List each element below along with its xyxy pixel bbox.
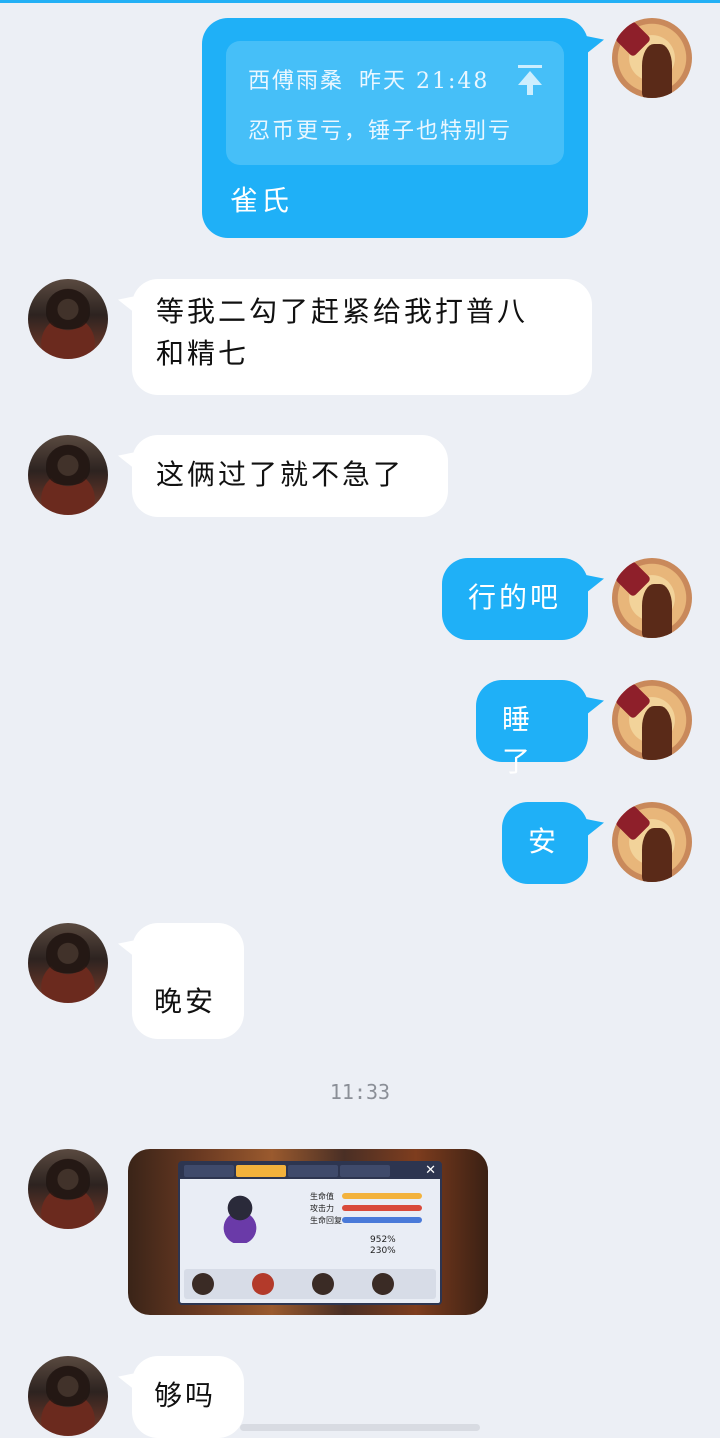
stat-bar bbox=[342, 1205, 422, 1211]
stat-bar bbox=[342, 1193, 422, 1199]
quote-time: 昨天 21:48 bbox=[359, 69, 490, 94]
game-screenshot-panel: ✕ 生命值 攻击力 生命回复 952% 230% bbox=[178, 1161, 442, 1305]
team-row bbox=[184, 1269, 436, 1299]
message-bubble[interactable]: 安 bbox=[502, 802, 588, 884]
message-text-line: 和精七 bbox=[156, 337, 250, 370]
jump-to-original-icon[interactable] bbox=[518, 65, 542, 95]
game-stat-value: 230% bbox=[370, 1246, 396, 1256]
quote-author: 西傅雨桑 bbox=[248, 69, 345, 94]
game-stat-label: 攻击力 bbox=[310, 1204, 334, 1213]
time-separator: 11:33 bbox=[329, 1080, 391, 1104]
self-avatar[interactable] bbox=[612, 802, 692, 882]
top-accent-line bbox=[0, 0, 720, 3]
game-stat-label: 生命值 bbox=[310, 1192, 334, 1201]
self-avatar[interactable] bbox=[612, 680, 692, 760]
close-icon: ✕ bbox=[425, 1163, 436, 1178]
stat-bar bbox=[342, 1217, 422, 1223]
quoted-message[interactable]: 西傅雨桑 昨天 21:48 忍币更亏，锤子也特别亏 bbox=[226, 41, 564, 165]
bubble-tail bbox=[586, 575, 604, 593]
message-bubble[interactable]: 晚安 bbox=[132, 923, 244, 1039]
message-text: 雀氏 bbox=[230, 184, 293, 217]
bubble-tail bbox=[586, 36, 604, 54]
message-bubble[interactable]: 睡了 bbox=[476, 680, 588, 778]
friend-avatar[interactable] bbox=[28, 279, 108, 359]
bubble-tail bbox=[586, 697, 604, 715]
friend-avatar[interactable] bbox=[28, 435, 108, 515]
friend-avatar[interactable] bbox=[28, 923, 108, 1003]
game-stat-value: 952% bbox=[370, 1235, 396, 1245]
friend-avatar[interactable] bbox=[28, 1356, 108, 1436]
image-message[interactable]: ✕ 生命值 攻击力 生命回复 952% 230% bbox=[128, 1149, 488, 1315]
game-tab-bar: ✕ bbox=[180, 1163, 440, 1179]
message-text-line: 等我二勾了赶紧给我打普八 bbox=[156, 295, 529, 328]
message-bubble[interactable]: 等我二勾了赶紧给我打普八 和精七 bbox=[132, 279, 592, 395]
message-bubble[interactable]: 行的吧 bbox=[442, 558, 588, 640]
game-stat-label: 生命回复 bbox=[310, 1216, 342, 1225]
message-bubble[interactable]: 够吗 bbox=[132, 1356, 244, 1438]
message-bubble[interactable]: 这俩过了就不急了 bbox=[132, 435, 448, 517]
quote-text: 忍币更亏，锤子也特别亏 bbox=[248, 119, 513, 144]
character-image bbox=[220, 1193, 260, 1243]
self-avatar[interactable] bbox=[612, 558, 692, 638]
friend-avatar[interactable] bbox=[28, 1149, 108, 1229]
bubble-tail bbox=[586, 819, 604, 837]
scroll-indicator[interactable] bbox=[240, 1424, 480, 1431]
self-avatar[interactable] bbox=[612, 18, 692, 98]
